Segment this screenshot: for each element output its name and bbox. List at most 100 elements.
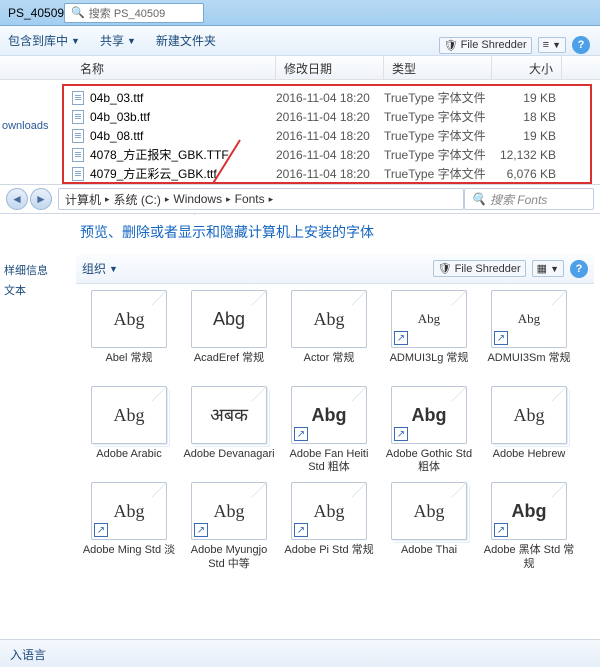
search-fonts[interactable]: 🔍 搜索 Fonts [464,188,594,210]
font-tile[interactable]: AbgAdobe Thai [382,482,476,570]
sidebar-detail-info[interactable]: 样细信息 [4,262,56,282]
breadcrumb[interactable]: 计算机▸系统 (C:)▸Windows▸Fonts▸ [58,188,464,210]
file-list-highlighted: 04b_03.ttf2016-11-04 18:20TrueType 字体文件1… [62,84,592,184]
font-file-icon [72,148,84,162]
table-row[interactable]: 04b_03.ttf2016-11-04 18:20TrueType 字体文件1… [64,88,590,107]
font-sample: Abg [418,311,440,327]
sidebar-text-settings[interactable]: 文本 [4,282,56,302]
font-tile[interactable]: AbgActor 常规 [282,290,376,378]
breadcrumb-segment[interactable]: Fonts [235,192,265,206]
font-thumbnail: Abg [91,386,167,444]
help-icon[interactable]: ? [572,36,590,54]
col-date[interactable]: 修改日期 [276,56,384,79]
sidebar-fonts: 样细信息 文本 [0,254,60,310]
file-shredder-button[interactable]: 🛡File Shredder [439,37,532,54]
file-type: TrueType 字体文件 [384,127,492,144]
font-sample: Abg [312,405,347,426]
file-date: 2016-11-04 18:20 [276,110,384,124]
file-type: TrueType 字体文件 [384,146,492,163]
font-tile[interactable]: AbgAdobe Hebrew [482,386,576,474]
file-size: 19 KB [492,91,556,105]
search-top[interactable]: 🔍 搜索 PS_40509 [64,3,204,23]
view-options-button[interactable]: ▦▼ [532,260,564,277]
nav-back-button[interactable]: ◄ [6,188,28,210]
file-shredder-button[interactable]: 🛡File Shredder [433,260,526,277]
view-options-button[interactable]: ≡ ▼ [538,37,566,53]
search-icon: 🔍 [71,6,85,19]
font-label: Adobe Arabic [82,448,176,474]
col-name[interactable]: 名称 [72,56,276,79]
include-in-library-button[interactable]: 包含到库中▼ [8,32,80,49]
toolbar-fonts: 组织▼ 🛡File Shredder ▦▼ ? [76,254,594,284]
table-row[interactable]: 4078_方正报宋_GBK.TTF2016-11-04 18:20TrueTyp… [64,145,590,164]
file-name: 04b_08.ttf [90,129,276,143]
font-label: Adobe Myungjo Std 中等 [182,544,276,570]
file-date: 2016-11-04 18:20 [276,91,384,105]
font-label: Abel 常规 [82,352,176,378]
shortcut-overlay-icon: ↗ [294,427,308,441]
file-name: 4078_方正报宋_GBK.TTF [90,146,276,163]
font-thumbnail: Abg [91,290,167,348]
chevron-right-icon: ▸ [226,194,231,205]
font-tile[interactable]: अबकAdobe Devanagari [182,386,276,474]
breadcrumb-segment[interactable]: 系统 (C:) [114,191,161,208]
table-row[interactable]: 04b_08.ttf2016-11-04 18:20TrueType 字体文件1… [64,126,590,145]
font-sample: Abg [414,501,445,522]
font-sample: Abg [514,405,545,426]
chevron-right-icon: ▸ [105,194,110,205]
chevron-right-icon: ▸ [165,194,170,205]
font-thumbnail: Abg↗ [91,482,167,540]
table-row[interactable]: 4079_方正彩云_GBK.ttf2016-11-04 18:20TrueTyp… [64,164,590,183]
file-size: 6,076 KB [492,167,556,181]
font-tile[interactable]: Abg Adobe Arabic [82,386,176,474]
shield-icon: 🛡 [444,39,458,52]
font-thumbnail: Abg↗ [191,482,267,540]
font-tile[interactable]: Abg↗ADMUI3Lg 常规 [382,290,476,378]
nav-forward-button[interactable]: ► [30,188,52,210]
font-file-icon [72,167,84,181]
page-heading: 预览、删除或者显示和隐藏计算机上安装的字体 [80,222,374,242]
font-tile[interactable]: Abg↗Adobe 黑体 Std 常规 [482,482,576,570]
font-tile[interactable]: Abg↗ADMUI3Sm 常规 [482,290,576,378]
font-tile[interactable]: Abg↗Adobe Ming Std 淡 [82,482,176,570]
font-tile[interactable]: Abg ↗ Adobe Pi Std 常规 [282,482,376,570]
font-tile[interactable]: Abg Abel 常规 [82,290,176,378]
font-sample: Abg [412,405,447,426]
file-type: TrueType 字体文件 [384,165,492,182]
file-size: 18 KB [492,110,556,124]
chevron-down-icon: ▼ [550,264,559,274]
font-label: Adobe Pi Std 常规 [282,544,376,570]
breadcrumb-segment[interactable]: 计算机 [65,191,101,208]
font-tile[interactable]: AbgAcadEref 常规 [182,290,276,378]
chevron-down-icon: ▼ [109,264,118,274]
search-icon: 🔍 [471,192,486,206]
font-file-icon [72,91,84,105]
font-label: Adobe Fan Heiti Std 粗体 [282,448,376,474]
new-folder-button[interactable]: 新建文件夹 [156,32,216,49]
font-sample: Abg [518,311,540,327]
file-size: 12,132 KB [492,148,556,162]
shortcut-overlay-icon: ↗ [294,523,308,537]
font-tile[interactable]: Abg ↗ Adobe Fan Heiti Std 粗体 [282,386,376,474]
font-thumbnail: Abg [391,482,467,540]
file-date: 2016-11-04 18:20 [276,148,384,162]
font-tile[interactable]: Abg↗Adobe Gothic Std 粗体 [382,386,476,474]
font-grid: AbgAbel 常规AbgAcadEref 常规AbgActor 常规Abg↗A… [82,290,596,571]
organize-button[interactable]: 组织▼ [82,260,118,277]
font-tile[interactable]: Abg↗ Adobe Myungjo Std 中等 [182,482,276,570]
share-button[interactable]: 共享▼ [100,32,136,49]
breadcrumb-segment[interactable]: Windows [173,192,222,206]
statusbar: 入语言 [0,639,600,667]
help-icon[interactable]: ? [570,260,588,278]
chevron-down-icon: ▼ [552,40,561,50]
file-date: 2016-11-04 18:20 [276,167,384,181]
sidebar-downloads[interactable]: ownloads [2,120,60,132]
font-label: Adobe Gothic Std 粗体 [382,448,476,474]
font-file-icon [72,110,84,124]
font-sample: Abg [314,501,345,522]
table-row[interactable]: 04b_03b.ttf2016-11-04 18:20TrueType 字体文件… [64,107,590,126]
font-sample: Abg [214,501,245,522]
font-label: ADMUI3Sm 常规 [482,352,576,378]
chevron-down-icon: ▼ [127,36,136,46]
font-label: Adobe 黑体 Std 常规 [482,544,576,570]
